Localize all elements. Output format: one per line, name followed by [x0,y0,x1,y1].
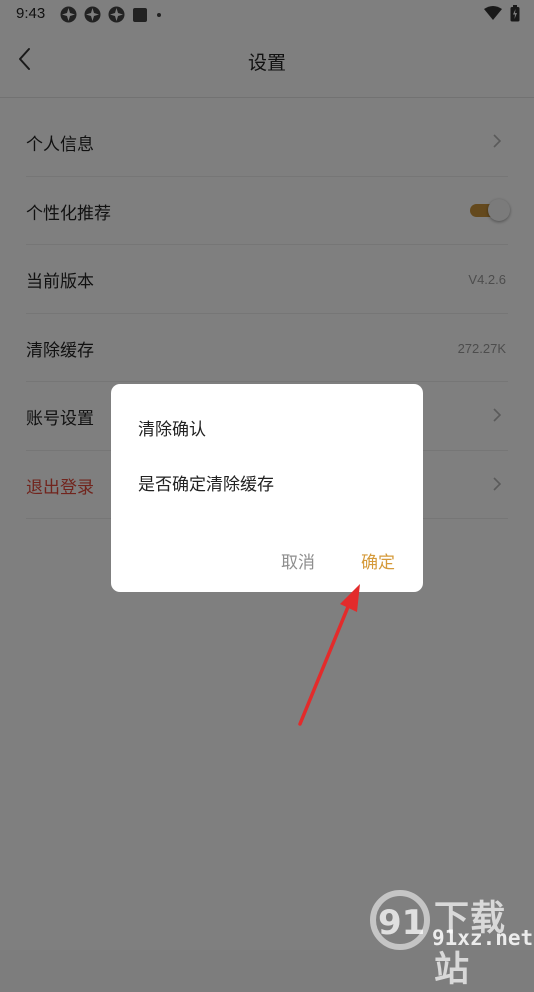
dialog-title: 清除确认 [138,420,206,440]
site-watermark: 91 下载站 91xz.net [364,890,534,990]
cancel-button[interactable]: 取消 [281,548,315,573]
watermark-logo-icon: 91 [370,890,430,950]
svg-text:91: 91 [378,903,425,943]
watermark-url: 91xz.net [432,926,534,950]
dialog-message: 是否确定清除缓存 [138,475,274,495]
confirm-button[interactable]: 确定 [361,548,395,573]
clear-cache-dialog: 清除确认 是否确定清除缓存 取消 确定 [111,384,423,592]
